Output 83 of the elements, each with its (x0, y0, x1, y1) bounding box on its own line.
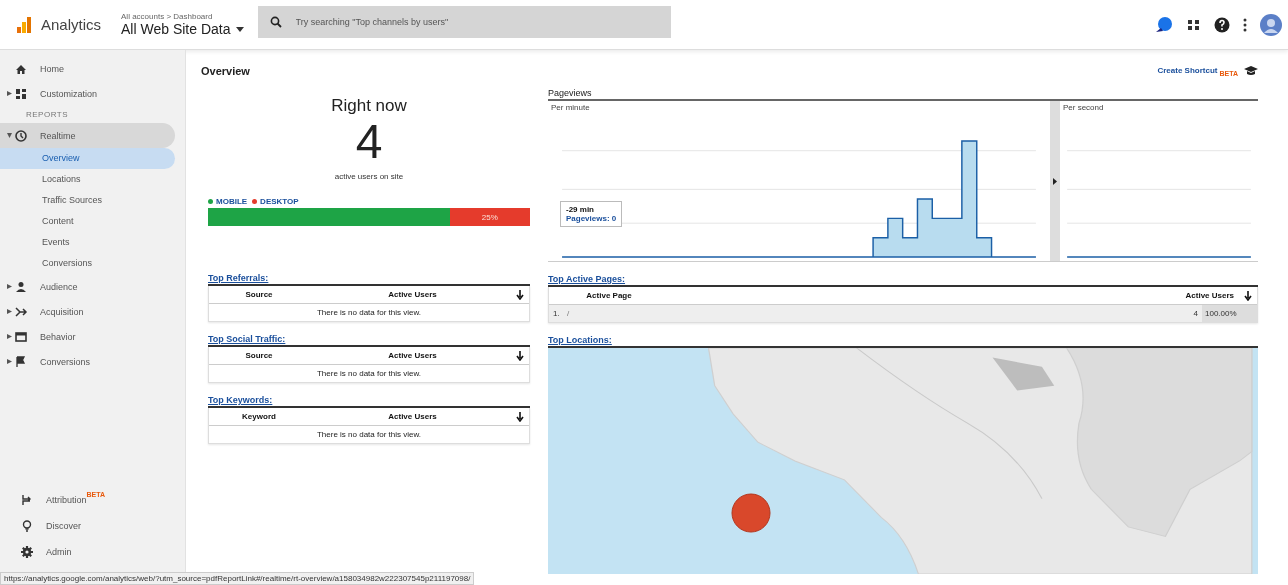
help-icon (1214, 16, 1230, 33)
nav-item[interactable]: Realtime (0, 123, 175, 148)
nav-subitem[interactable]: Conversions (0, 253, 175, 274)
nav-item[interactable]: Conversions (0, 349, 185, 374)
column-header[interactable]: Active Users (309, 412, 516, 421)
device-share-segment: 25% (449, 208, 530, 226)
flag-icon (14, 354, 28, 369)
collapsed-caret-icon (6, 309, 12, 314)
legend-label: DESKTOP (260, 197, 299, 206)
search-field[interactable]: Try searching "Top channels by users" (257, 5, 671, 38)
legend-label: MOBILE (216, 197, 248, 206)
apps-grid-icon (1187, 17, 1201, 32)
sort-down-arrow-icon (516, 350, 524, 361)
nav-item[interactable]: Attribution$^{BETA}$ (0, 487, 185, 513)
nav-subitem[interactable]: Content (0, 211, 175, 232)
section-title[interactable]: Top Active Pages: (548, 274, 1258, 287)
nav-item[interactable]: Admin (0, 539, 185, 565)
analytics-logo-icon (16, 15, 32, 34)
table-cell-text: 4 (1192, 309, 1199, 318)
graduation-cap-icon (1244, 66, 1258, 76)
active-users-count: 4 (355, 116, 383, 168)
breadcrumb[interactable]: All accounts > Dashboard (121, 12, 244, 21)
nav-item[interactable]: Customization (0, 81, 185, 106)
tooltip-value: Pageviews: 0 (566, 214, 617, 223)
nav-item[interactable]: Behavior (0, 324, 185, 349)
property-selector[interactable]: All Web Site Data (121, 21, 244, 37)
nav-subitem[interactable]: Traffic Sources (0, 190, 175, 211)
section-title[interactable]: Top Referrals: (208, 273, 530, 286)
location-marker-icon (731, 493, 771, 533)
table-cell: 100.00% (1202, 305, 1257, 322)
column-header[interactable]: Active Page (549, 291, 669, 300)
chart-title: Pageviews (548, 88, 1258, 101)
collapsed-caret-icon (6, 334, 12, 339)
avatar-icon (1260, 13, 1282, 36)
nav-item[interactable]: Discover (0, 513, 185, 539)
empty-message: There is no data for this view. (315, 307, 423, 319)
nav-subitem[interactable]: Locations (0, 169, 175, 190)
chart-subtitle: Per minute (551, 103, 591, 112)
sort-down-arrow-icon (516, 289, 524, 300)
section-label: REPORTS (25, 109, 70, 121)
more-icon (1243, 17, 1247, 32)
notification-bubble-icon (1154, 15, 1174, 34)
split-arrow-icon (14, 304, 28, 319)
column-header[interactable]: Keyword (209, 412, 309, 421)
column-header[interactable]: Active Users (309, 351, 516, 360)
section-title[interactable]: Top Keywords: (208, 395, 530, 408)
nav-item[interactable]: Home (0, 56, 185, 81)
status-url: https://analytics.google.com/analytics/web/?utm_source=pdfReportLink#/realtime/rt-overview/a158034982w222307545p211197098/ (0, 572, 475, 585)
page-title: Overview (201, 65, 251, 77)
app-title: Analytics (41, 16, 102, 33)
nav-subitem[interactable]: Overview (0, 148, 175, 169)
page-link[interactable]: / (567, 309, 1180, 318)
collapsed-caret-icon (6, 359, 12, 364)
right-now-title: Right now (331, 96, 407, 116)
caret-icon (235, 26, 244, 32)
person-icon (14, 279, 28, 294)
right-arrow-icon (1053, 177, 1057, 185)
table-cell-text: 1. (552, 309, 561, 318)
sort-down-arrow-icon (516, 411, 524, 422)
active-users-caption: active users on site (334, 172, 404, 181)
nav-item[interactable]: Audience (0, 274, 185, 299)
section-title[interactable]: Top Social Traffic: (208, 334, 530, 347)
lightbulb-icon (20, 519, 34, 533)
nav-item[interactable]: Acquisition (0, 299, 185, 324)
search-icon (269, 15, 282, 28)
settings-icon (20, 545, 34, 559)
window-icon (14, 329, 28, 344)
empty-message: There is no data for this view. (315, 368, 423, 380)
column-header[interactable]: Active Users (309, 290, 516, 299)
column-header[interactable]: Source (209, 351, 309, 360)
clock-icon (14, 128, 28, 143)
panel-splitter-handle[interactable] (1050, 101, 1060, 261)
collapsed-caret-icon (6, 91, 12, 96)
sort-down-arrow-icon (1244, 290, 1252, 301)
nav-subitem[interactable]: Events (0, 232, 175, 253)
column-header[interactable]: Active Users (669, 291, 1244, 300)
tooltip-time: -29 min (566, 205, 595, 214)
collapsed-caret-icon (6, 284, 12, 289)
column-header[interactable]: Source (209, 290, 309, 299)
expanded-caret-icon (6, 133, 12, 138)
dashboard-icon (14, 86, 28, 101)
empty-message: There is no data for this view. (315, 429, 423, 441)
chart-subtitle: Per second (1063, 103, 1105, 112)
